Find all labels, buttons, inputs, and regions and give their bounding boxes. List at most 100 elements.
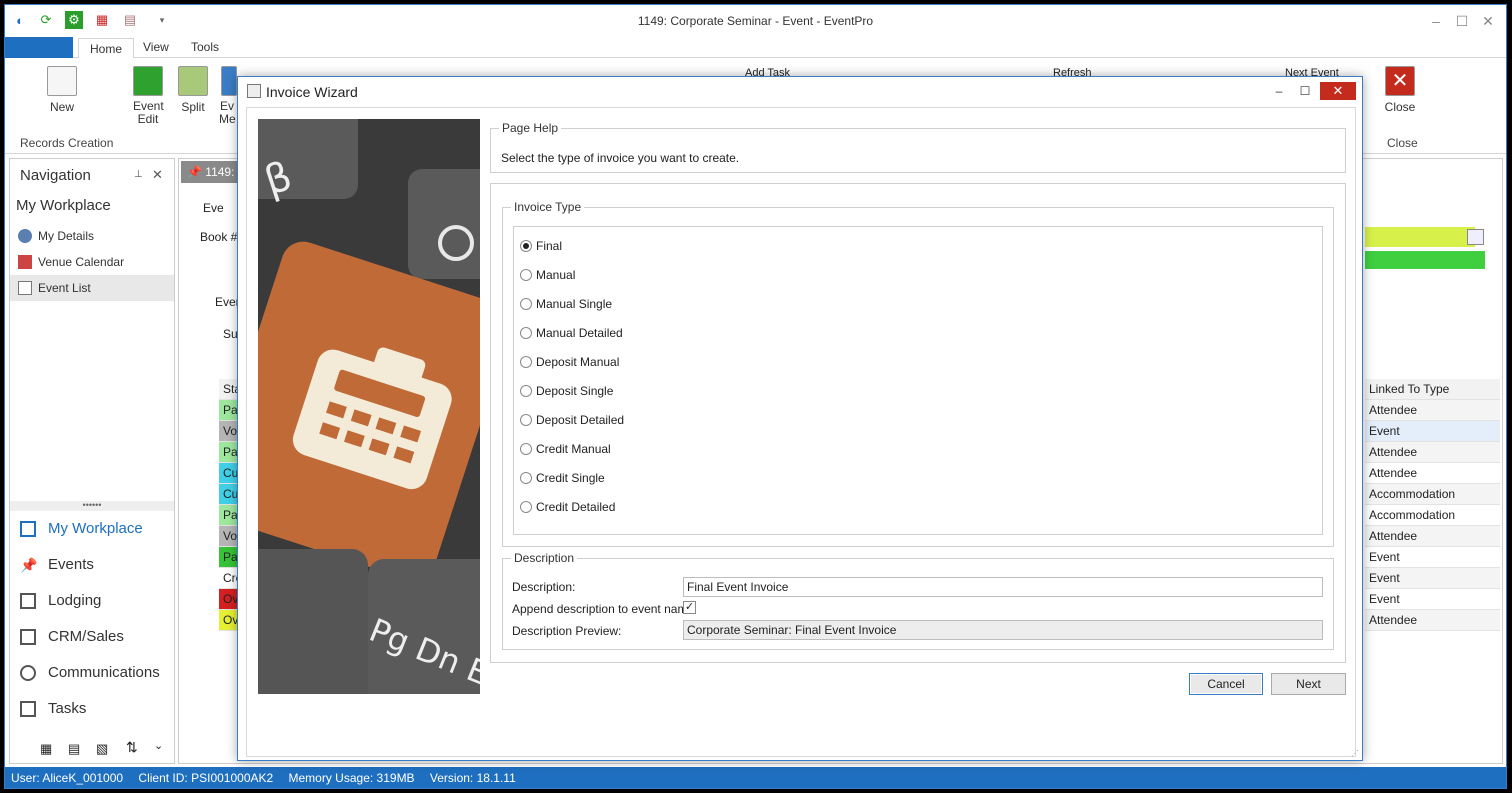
radio-deposit-manual[interactable]: Deposit Manual [520, 353, 619, 371]
cancel-button[interactable]: Cancel [1189, 673, 1263, 695]
linked-to-type-header[interactable]: Linked To Type [1365, 379, 1500, 400]
linked-type-cell[interactable]: Event [1365, 589, 1500, 610]
navigation-pane: Navigation ⊥ ✕ My Workplace My Details V… [9, 158, 175, 764]
invoice-type-group: Invoice Type Final Manual Manual Single … [502, 200, 1334, 547]
tab-tools[interactable]: Tools [180, 37, 230, 58]
dialog-maximize-icon[interactable]: ☐ [1294, 82, 1316, 100]
linked-type-cell[interactable]: Attendee [1365, 610, 1500, 631]
module-tasks[interactable]: Tasks [20, 695, 86, 723]
radio-manual-single[interactable]: Manual Single [520, 295, 612, 313]
split-button[interactable]: Split [175, 66, 211, 114]
description-legend: Description [511, 551, 578, 565]
splitter-handle[interactable]: •••••• [10, 501, 174, 511]
radio-dot [520, 414, 532, 426]
dialog-body: β Pg Dn E Page Help Select the type of i… [246, 107, 1356, 757]
radio-deposit-single[interactable]: Deposit Single [520, 382, 613, 400]
invoice-wizard-dialog: Invoice Wizard – ☐ ✕ β Pg Dn E Page Help… [237, 76, 1363, 761]
module-label: Lodging [48, 592, 102, 609]
lookup-icon[interactable] [1467, 229, 1484, 245]
linked-type-cell[interactable]: Accommodation Booking [1365, 484, 1500, 522]
people-icon [20, 629, 36, 645]
sort-arrows-icon[interactable]: ⇅ [126, 739, 138, 756]
doc-tab[interactable]: 📌 1149: [181, 161, 241, 183]
pin-icon[interactable]: ⊥ [134, 169, 143, 180]
gear-icon [133, 66, 163, 96]
status-version: Version: 18.1.11 [429, 771, 516, 785]
linked-type-cell[interactable]: Attendee [1365, 442, 1500, 463]
description-preview-field: Corporate Seminar: Final Event Invoice [683, 620, 1323, 640]
radio-credit-detailed[interactable]: Credit Detailed [520, 498, 615, 516]
event-menu-icon [221, 66, 237, 96]
close-nav-icon[interactable]: ✕ [152, 167, 163, 183]
module-label: My Workplace [48, 520, 143, 537]
calculator-icon[interactable]: ▦ [40, 741, 52, 757]
event-menu-button[interactable]: Ev Me [219, 66, 239, 126]
close-ribbon-button[interactable]: ✕ Close [1381, 66, 1419, 114]
next-button[interactable]: Next [1271, 673, 1346, 695]
nav-item-event-list[interactable]: Event List [10, 275, 174, 301]
ribbon-tabs: Home View Tools [5, 37, 1506, 59]
progress-green-bar [1365, 251, 1485, 269]
nav-item-my-details[interactable]: My Details [10, 223, 174, 249]
append-description-checkbox[interactable]: ✓ [683, 601, 696, 614]
radio-deposit-detailed[interactable]: Deposit Detailed [520, 411, 624, 429]
dialog-title-bar: Invoice Wizard – ☐ ✕ [238, 77, 1362, 106]
radio-label: Credit Detailed [536, 500, 616, 514]
linked-type-cell[interactable]: Attendee [1365, 463, 1500, 484]
linked-type-cell[interactable]: Event [1365, 568, 1500, 589]
close-x-icon: ✕ [1385, 66, 1415, 96]
dialog-close-icon[interactable]: ✕ [1320, 82, 1356, 100]
book-number-label: Book #: [200, 230, 241, 244]
radio-credit-manual[interactable]: Credit Manual [520, 440, 611, 458]
radio-label: Manual Detailed [536, 326, 623, 340]
module-lodging[interactable]: Lodging [20, 587, 101, 615]
resize-grip-icon[interactable]: ⋰ [1351, 749, 1359, 758]
radio-manual-detailed[interactable]: Manual Detailed [520, 324, 623, 342]
dialog-minimize-icon[interactable]: – [1268, 82, 1290, 100]
linked-type-cell[interactable]: Event [1365, 547, 1500, 568]
radio-manual[interactable]: Manual [520, 266, 575, 284]
append-description-label: Append description to event name [512, 602, 695, 616]
nav-item-label: Venue Calendar [38, 255, 125, 269]
module-crm-sales[interactable]: CRM/Sales [20, 623, 124, 651]
new-label: New [49, 100, 74, 114]
tab-view[interactable]: View [132, 37, 180, 58]
module-label: Communications [48, 664, 160, 681]
linked-type-cell[interactable]: Accommodation Booking [1365, 505, 1500, 543]
group-close: Close [1387, 136, 1418, 150]
nav-item-venue-calendar[interactable]: Venue Calendar [10, 249, 174, 275]
close-window-icon[interactable]: ✕ [1476, 11, 1500, 31]
module-events[interactable]: 📌 Events [20, 551, 94, 579]
description-input[interactable]: Final Event Invoice [683, 577, 1323, 597]
clipboard-icon [20, 701, 36, 717]
module-communications[interactable]: Communications [20, 659, 160, 687]
event-edit-button[interactable]: Event Edit [129, 66, 167, 126]
description-label: Description: [512, 580, 576, 594]
radio-label: Final [536, 239, 563, 253]
radio-final[interactable]: Final [520, 237, 562, 255]
minimize-icon[interactable]: – [1424, 11, 1448, 31]
title-bar: ◐ ⟳ ⚙ ▦ ▤ ▾ 1149: Corporate Seminar - Ev… [5, 5, 1506, 37]
radio-dot [520, 356, 532, 368]
new-button[interactable]: New [41, 66, 83, 114]
status-color-field [1365, 227, 1475, 247]
radio-label: Manual Single [536, 297, 613, 311]
speech-bubble-icon [20, 665, 36, 681]
linked-type-cell[interactable]: Attendee [1365, 526, 1500, 547]
tab-home[interactable]: Home [78, 38, 135, 59]
radio-credit-single[interactable]: Credit Single [520, 469, 605, 487]
keyboard-image: β Pg Dn E [258, 119, 480, 694]
my-workplace-heading: My Workplace [16, 197, 111, 214]
description-group: Description Description: Final Event Inv… [502, 551, 1334, 650]
linked-type-cell[interactable]: Event [1365, 421, 1500, 442]
clipboard-icon[interactable]: ▤ [68, 741, 80, 757]
chevron-down-icon[interactable]: ⌄ [154, 739, 163, 752]
maximize-icon[interactable]: ☐ [1450, 11, 1474, 31]
module-label: Tasks [48, 700, 87, 717]
wizard-icon [247, 84, 261, 98]
linked-type-cell[interactable]: Attendee [1365, 400, 1500, 421]
module-my-workplace[interactable]: My Workplace [20, 515, 143, 543]
documents-icon[interactable]: ▧ [96, 741, 108, 757]
radio-dot [520, 298, 532, 310]
app-menu-button[interactable] [5, 37, 73, 58]
